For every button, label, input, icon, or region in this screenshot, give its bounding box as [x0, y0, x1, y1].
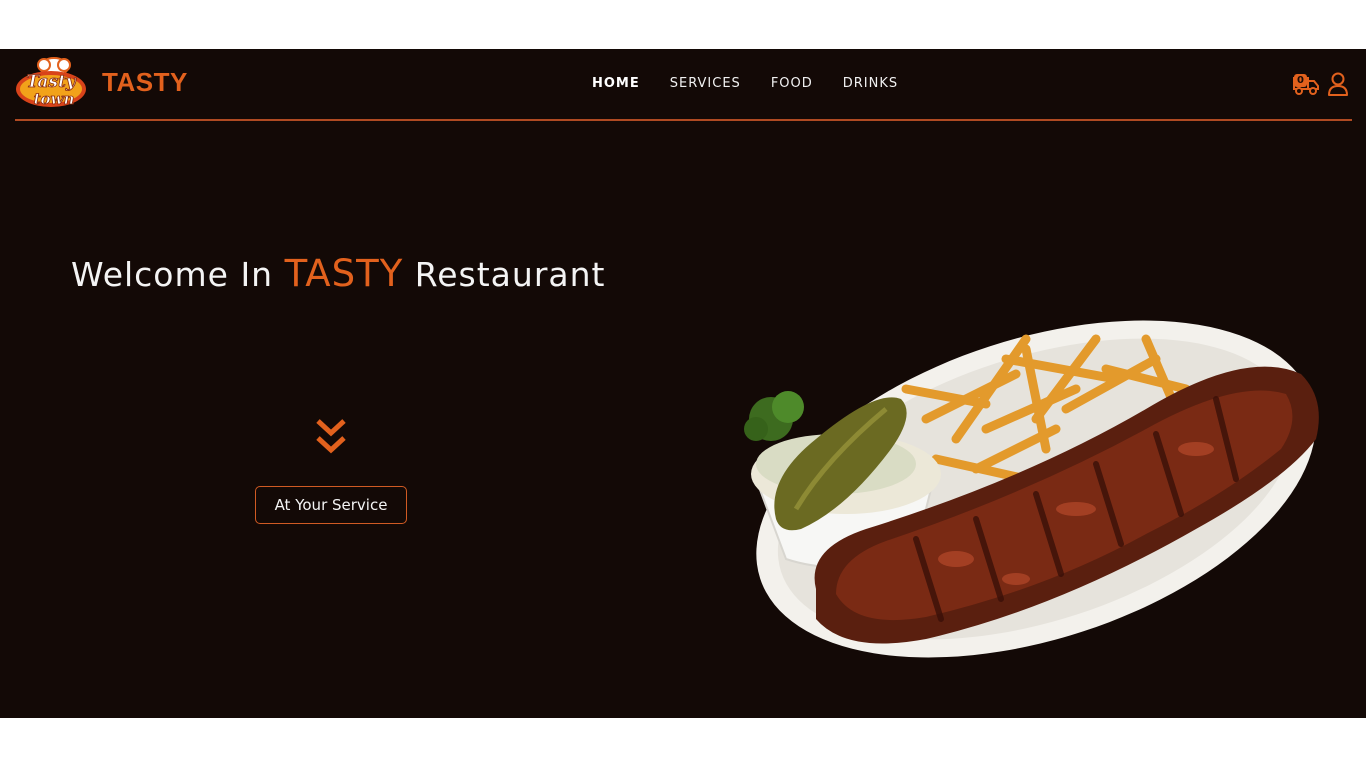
- user-icon: [1328, 72, 1348, 96]
- tasty-town-logo[interactable]: Tasty town: [14, 55, 88, 113]
- page: Tasty town TASTY HOME SERVICES FOOD DRIN…: [0, 49, 1366, 718]
- hero-title: Welcome In TASTY Restaurant: [71, 252, 605, 295]
- nav-food[interactable]: FOOD: [771, 76, 813, 91]
- at-your-service-button[interactable]: At Your Service: [255, 486, 407, 524]
- nav-home[interactable]: HOME: [592, 76, 640, 91]
- logo-line1: Tasty: [26, 72, 76, 92]
- cart-button[interactable]: 0: [1292, 73, 1322, 97]
- nav-services[interactable]: SERVICES: [670, 76, 741, 91]
- logo-line2: town: [34, 90, 75, 108]
- site-header: Tasty town TASTY HOME SERVICES FOOD DRIN…: [0, 49, 1366, 121]
- header-divider: [15, 119, 1352, 121]
- hero-title-part1: Welcome In: [71, 255, 285, 294]
- brand-name[interactable]: TASTY: [102, 67, 188, 98]
- nav-drinks[interactable]: DRINKS: [843, 76, 898, 91]
- double-chevron-down-icon: [316, 419, 346, 454]
- hero-title-accent: TASTY: [284, 252, 404, 295]
- ribs-plate-image: [744, 320, 1319, 658]
- hero-title-part2: Restaurant: [403, 255, 606, 294]
- main-nav: HOME SERVICES FOOD DRINKS: [592, 76, 898, 91]
- cart-count-badge: 0: [1294, 74, 1307, 87]
- user-account-button[interactable]: [1327, 72, 1349, 96]
